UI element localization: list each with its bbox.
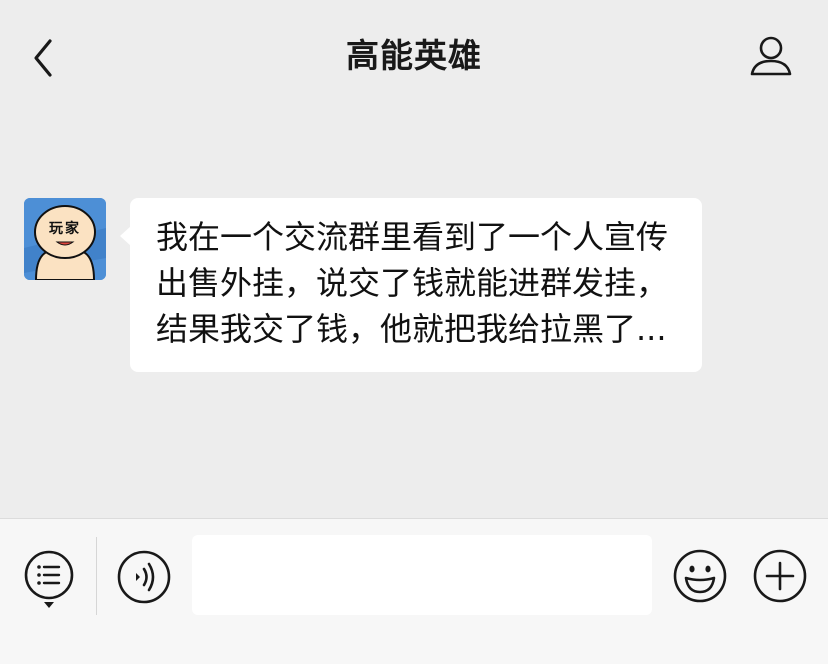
message-row: 玩家 我在一个交流群里看到了一个人宣传出售外挂，说交了钱就能进群发挂，结果我交了… — [24, 198, 724, 418]
emoji-button[interactable] — [672, 548, 728, 604]
message-input[interactable] — [192, 535, 652, 615]
message-bubble[interactable]: 我在一个交流群里看到了一个人宣传出售外挂，说交了钱就能进群发挂，结果我交了钱，他… — [120, 198, 702, 372]
avatar-label: 玩家 — [49, 221, 81, 237]
menu-list-icon — [24, 550, 74, 608]
person-icon — [750, 36, 792, 76]
voice-icon — [117, 550, 171, 604]
plus-icon — [753, 549, 807, 603]
chat-title: 高能英雄 — [346, 36, 482, 75]
emoji-icon — [673, 549, 727, 603]
player-avatar-image — [24, 198, 106, 280]
plus-button[interactable] — [752, 548, 808, 604]
avatar[interactable]: 玩家 — [24, 198, 106, 280]
message-text: 我在一个交流群里看到了一个人宣传出售外挂，说交了钱就能进群发挂，结果我交了钱，他… — [156, 218, 669, 348]
profile-button[interactable] — [748, 34, 794, 80]
voice-button[interactable] — [116, 549, 172, 605]
bubble-tail — [120, 226, 131, 246]
input-bar — [0, 518, 828, 664]
input-divider — [96, 537, 97, 615]
top-bar: 高能英雄 — [0, 0, 828, 112]
menu-button[interactable] — [22, 549, 76, 611]
